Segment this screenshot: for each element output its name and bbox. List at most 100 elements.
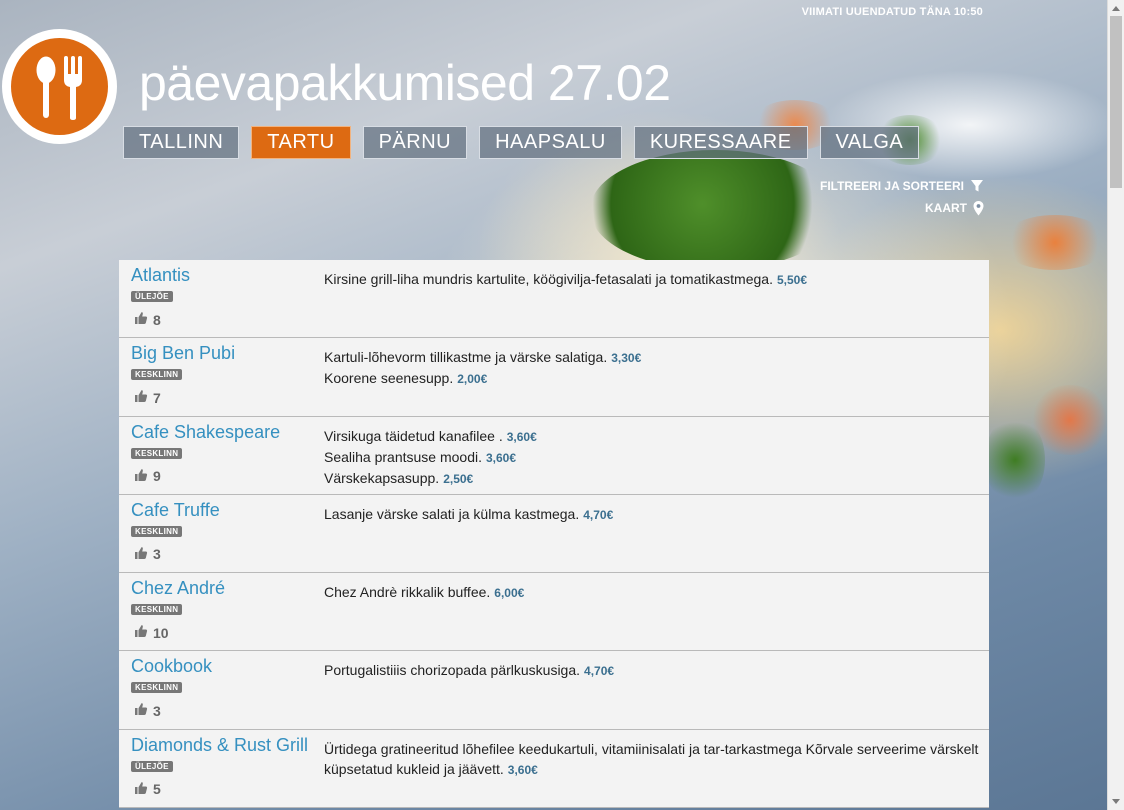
- restaurant-row: Cookbook KESKLINN 3 Portugalistiiis chorizo…: [119, 651, 989, 730]
- area-badge: KESKLINN: [131, 447, 183, 459]
- dish-text: Lasanje värske salati ja külma kastmega.: [324, 505, 580, 522]
- tab-kuressaare[interactable]: KURESSAARE: [633, 126, 808, 159]
- restaurant-row: Chez André KESKLINN 10 Chez Andrè rikkalik …: [119, 573, 989, 652]
- restaurant-name-link[interactable]: Cafe Shakespeare: [131, 422, 321, 443]
- dish-text: Ürtidega gratineeritud lõhefilee keeduka…: [324, 740, 979, 777]
- dish-price: 3,60€: [486, 450, 517, 465]
- like-button[interactable]: 10: [134, 624, 321, 641]
- restaurant-row: Atlantis ÜLEJÕE 8 Kirsine grill-liha mundri…: [119, 260, 989, 339]
- dish-price: 5,50€: [776, 273, 807, 287]
- thumbs-up-icon: [134, 468, 153, 485]
- last-updated-text: VIIMATI UUENDATUD TÄNA 10:50: [801, 6, 983, 18]
- tab-tallinn[interactable]: TALLINN: [123, 126, 240, 159]
- dish-item: Kirsine grill-liha mundris kartulite, kö…: [324, 269, 979, 290]
- dish-text: Sealiha prantsuse moodi.: [324, 448, 482, 465]
- like-count: 5: [153, 781, 161, 798]
- thumbs-up-icon: [134, 624, 153, 641]
- filter-sort-label: FILTREERI JA SORTEERI: [819, 179, 964, 193]
- dish-list: Chez Andrè rikkalik buffee. 6,00€: [324, 582, 979, 603]
- dish-text: Värskekapsasupp.: [324, 469, 440, 486]
- scroll-up-arrow-icon[interactable]: [1112, 6, 1120, 11]
- restaurant-name-link[interactable]: Cookbook: [131, 656, 321, 677]
- dish-list: Virsikuga täidetud kanafilee . 3,60€ Seali…: [324, 426, 979, 489]
- dish-price: 6,00€: [494, 586, 525, 601]
- dish-price: 2,50€: [443, 471, 474, 486]
- side-links: FILTREERI JA SORTEERI KAART: [820, 175, 984, 219]
- like-button[interactable]: 8: [134, 311, 321, 328]
- restaurant-name-link[interactable]: Diamonds & Rust Grill: [131, 735, 321, 756]
- dish-item: Virsikuga täidetud kanafilee . 3,60€: [324, 426, 979, 447]
- map-link[interactable]: KAART: [820, 197, 984, 219]
- like-count: 3: [153, 702, 161, 719]
- scroll-thumb[interactable]: [1110, 16, 1122, 188]
- dish-text: Kirsine grill-liha mundris kartulite, kö…: [324, 271, 773, 287]
- restaurant-row: Cafe Truffe KESKLINN 3 Lasanje värske salat…: [119, 494, 989, 574]
- dish-item: Portugalistiiis chorizopada pärlkuskusig…: [324, 660, 979, 681]
- tab-haapsalu[interactable]: HAAPSALU: [479, 126, 622, 159]
- dish-text: Chez Andrè rikkalik buffee.: [324, 584, 491, 601]
- area-badge: KESKLINN: [131, 369, 183, 381]
- dish-item: Värskekapsasupp. 2,50€: [324, 468, 979, 489]
- dish-price: 4,70€: [583, 507, 614, 522]
- dish-item: Chez Andrè rikkalik buffee. 6,00€: [324, 582, 979, 603]
- like-button[interactable]: 3: [134, 702, 321, 719]
- like-count: 10: [153, 624, 169, 641]
- dish-item: Ürtidega gratineeritud lõhefilee keeduka…: [324, 739, 979, 780]
- dish-price: 4,70€: [584, 664, 615, 679]
- like-count: 3: [153, 546, 161, 563]
- area-badge: ÜLEJÕE: [131, 291, 173, 302]
- like-count: 8: [153, 311, 161, 328]
- dish-text: Koorene seenesupp.: [324, 370, 454, 387]
- filter-icon: [971, 180, 983, 192]
- filter-sort-link[interactable]: FILTREERI JA SORTEERI: [820, 175, 984, 197]
- dish-price: 3,60€: [506, 429, 537, 444]
- area-badge: ÜLEJÕE: [131, 760, 173, 772]
- restaurant-name-link[interactable]: Big Ben Pubi: [131, 343, 321, 364]
- dish-item: Lasanje värske salati ja külma kastmega.…: [324, 504, 979, 525]
- restaurant-list: Atlantis ÜLEJÕE 8 Kirsine grill-liha mundri…: [119, 260, 989, 809]
- dish-list: Kirsine grill-liha mundris kartulite, kö…: [324, 269, 979, 290]
- dish-text: Virsikuga täidetud kanafilee .: [324, 427, 503, 444]
- dish-text: Kartuli-lõhevorm tillikastme ja värske s…: [324, 349, 608, 366]
- like-count: 9: [153, 468, 161, 485]
- like-button[interactable]: 9: [134, 468, 321, 485]
- restaurant-name-link[interactable]: Cafe Truffe: [131, 500, 321, 521]
- map-label: KAART: [925, 201, 967, 215]
- dish-list: Ürtidega gratineeritud lõhefilee keeduka…: [324, 739, 979, 780]
- thumbs-up-icon: [134, 311, 153, 328]
- cutlery-icon: [36, 55, 82, 120]
- dish-price: 2,00€: [457, 372, 488, 387]
- map-pin-icon: [973, 200, 984, 215]
- scrollbar[interactable]: [1107, 0, 1124, 810]
- thumbs-up-icon: [134, 702, 153, 719]
- area-badge: KESKLINN: [131, 682, 183, 694]
- dish-list: Lasanje värske salati ja külma kastmega.…: [324, 504, 979, 525]
- dish-price: 3,60€: [507, 762, 538, 777]
- logo[interactable]: [2, 29, 117, 144]
- restaurant-name-link[interactable]: Chez André: [131, 578, 321, 599]
- restaurant-row: Diamonds & Rust Grill ÜLEJÕE 5 Ürtidega gra…: [119, 729, 989, 809]
- city-tabs: TALLINN TARTU PÄRNU HAAPSALU KURESSAARE …: [123, 126, 931, 159]
- dish-list: Portugalistiiis chorizopada pärlkuskusig…: [324, 660, 979, 681]
- area-badge: KESKLINN: [131, 525, 183, 537]
- tab-tartu[interactable]: TARTU: [251, 126, 351, 159]
- tab-valga[interactable]: VALGA: [819, 126, 920, 159]
- dish-item: Sealiha prantsuse moodi. 3,60€: [324, 447, 979, 468]
- scroll-down-arrow-icon[interactable]: [1112, 799, 1120, 804]
- dish-list: Kartuli-lõhevorm tillikastme ja värske s…: [324, 347, 979, 389]
- restaurant-row: Big Ben Pubi KESKLINN 7 Kartuli-lõhevorm ti…: [119, 338, 989, 417]
- tab-parnu[interactable]: PÄRNU: [362, 126, 468, 159]
- thumbs-up-icon: [134, 781, 153, 798]
- restaurant-name-link[interactable]: Atlantis: [131, 265, 321, 286]
- area-badge: KESKLINN: [131, 604, 183, 616]
- thumbs-up-icon: [134, 389, 153, 406]
- like-button[interactable]: 3: [134, 546, 321, 563]
- like-button[interactable]: 5: [134, 781, 321, 798]
- dish-item: Koorene seenesupp. 2,00€: [324, 368, 979, 389]
- dish-price: 3,30€: [611, 351, 642, 366]
- restaurant-row: Cafe Shakespeare KESKLINN 9 Virsikuga täide…: [119, 416, 989, 495]
- like-count: 7: [153, 389, 161, 406]
- dish-item: Kartuli-lõhevorm tillikastme ja värske s…: [324, 347, 979, 368]
- thumbs-up-icon: [134, 546, 153, 563]
- like-button[interactable]: 7: [134, 389, 321, 406]
